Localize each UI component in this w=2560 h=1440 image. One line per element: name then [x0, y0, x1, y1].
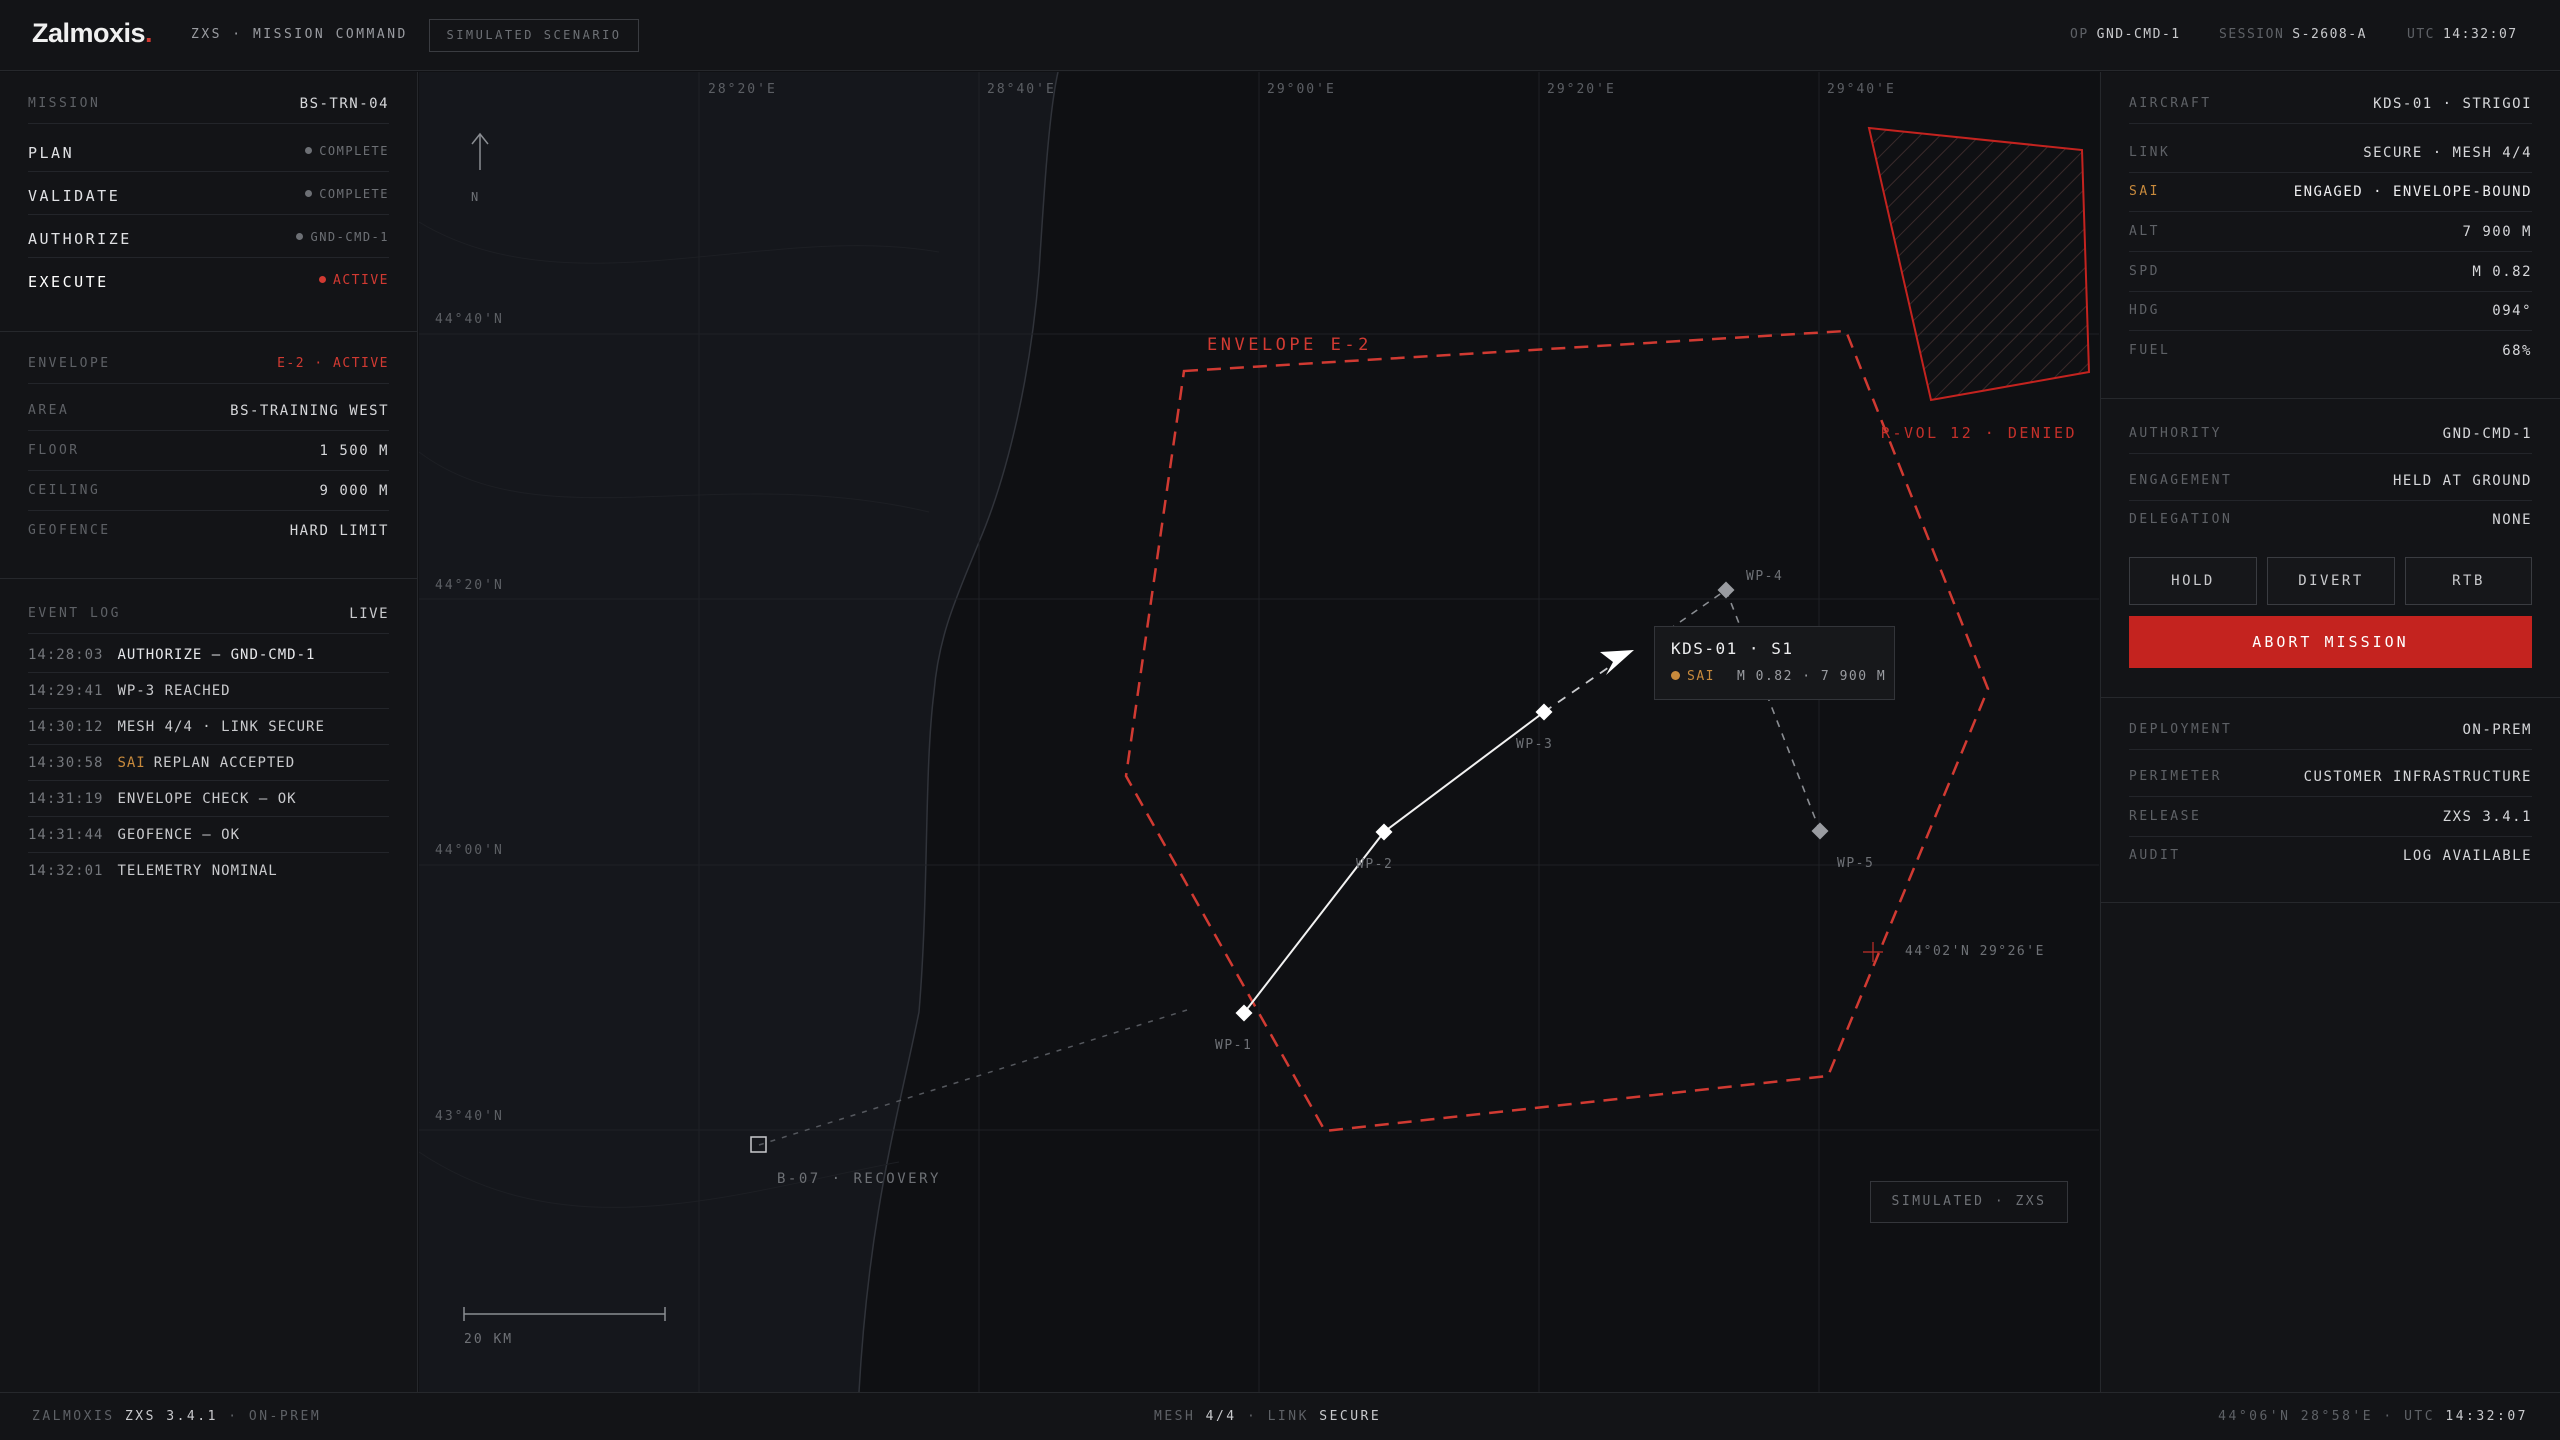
sai-row: SAI ENGAGED · ENVELOPE-BOUND [2129, 172, 2532, 212]
waypoint-label: WP-5 [1837, 856, 1875, 871]
latitude-label: 44°40'N [435, 312, 504, 327]
longitude-label: 29°40'E [1827, 82, 1896, 97]
waypoint-label: WP-1 [1215, 1038, 1253, 1053]
status-footer: ZALMOXIS ZXS 3.4.1 · ON-PREM MESH 4/4 · … [0, 1392, 2560, 1440]
utc-clock: UTC 14:32:07 [2407, 27, 2518, 42]
release-row: RELEASE ZXS 3.4.1 [2129, 797, 2532, 837]
authority-row: AUTHORITY GND-CMD-1 [2129, 414, 2532, 454]
envelope-ceiling-row: CEILING 9 000 M [28, 471, 389, 511]
link-row: LINK SECURE · MESH 4/4 [2129, 133, 2532, 173]
brand-logo[interactable]: Zalmoxis. [32, 18, 153, 49]
longitude-label: 28°20'E [708, 82, 777, 97]
fuel-row: FUEL 68% [2129, 343, 2532, 359]
log-entry: 14:28:03 AUTHORIZE — GND-CMD-1 [28, 637, 389, 673]
left-panel: MISSION BS-TRN-04 PLAN COMPLETE VALIDATE… [0, 72, 418, 1392]
event-log-header: EVENT LOG LIVE [28, 594, 389, 634]
status-dot-icon [296, 233, 304, 240]
simulated-watermark: SIMULATED · ZXS [1870, 1181, 2068, 1223]
session-status: SESSION S-2608-A [2219, 27, 2367, 42]
waypoint-label: WP-2 [1356, 857, 1394, 872]
longitude-label: 29°20'E [1547, 82, 1616, 97]
operator-status: OP GND-CMD-1 [2070, 27, 2181, 42]
mission-step-plan[interactable]: PLAN COMPLETE [28, 132, 389, 172]
envelope-row: ENVELOPE E-2 · ACTIVE [28, 344, 389, 384]
heading-row: HDG 094° [2129, 291, 2532, 331]
log-entry: 14:29:41 WP-3 REACHED [28, 673, 389, 709]
longitude-label: 28°40'E [987, 82, 1056, 97]
footer-link-status: MESH 4/4 · LINK SECURE [1154, 1409, 1382, 1424]
log-entry: 14:31:44 GEOFENCE — OK [28, 817, 389, 853]
aircraft-tooltip[interactable]: KDS-01 · S1 SAI M 0.82 · 7 900 M [1654, 626, 1895, 700]
waypoint-label: WP-3 [1516, 737, 1554, 752]
rtb-button[interactable]: RTB [2405, 557, 2532, 605]
footer-build-info: ZALMOXIS ZXS 3.4.1 · ON-PREM [32, 1409, 322, 1424]
top-bar: Zalmoxis. ZXS · MISSION COMMAND SIMULATE… [0, 0, 2560, 71]
latitude-label: 43°40'N [435, 1109, 504, 1124]
status-dot-icon [305, 147, 313, 154]
perimeter-row: PERIMETER CUSTOMER INFRASTRUCTURE [2129, 757, 2532, 797]
sai-dot-icon [1671, 671, 1680, 680]
app-subtitle: ZXS · MISSION COMMAND [191, 27, 408, 42]
aircraft-row: AIRCRAFT KDS-01 · STRIGOI [2129, 84, 2532, 124]
envelope-label: ENVELOPE E-2 [1207, 335, 1372, 355]
log-entry: 14:30:58 SAI REPLAN ACCEPTED [28, 745, 389, 781]
engagement-row: ENGAGEMENT HELD AT GROUND [2129, 461, 2532, 501]
north-label: N [471, 190, 479, 204]
scale-label: 20 KM [464, 1332, 514, 1347]
log-entry: 14:32:01 TELEMETRY NOMINAL [28, 863, 278, 879]
log-entry: 14:30:12 MESH 4/4 · LINK SECURE [28, 709, 389, 745]
speed-row: SPD M 0.82 [2129, 252, 2532, 292]
latitude-label: 44°00'N [435, 843, 504, 858]
mission-step-execute[interactable]: EXECUTE ACTIVE [28, 261, 389, 301]
simulated-scenario-badge: SIMULATED SCENARIO [429, 19, 639, 52]
footer-position-clock: 44°06'N 28°58'E · UTC 14:32:07 [2218, 1409, 2528, 1424]
divert-button[interactable]: DIVERT [2267, 557, 2395, 605]
envelope-geofence-row: GEOFENCE HARD LIMIT [28, 523, 389, 539]
map-canvas[interactable] [419, 72, 2099, 1392]
audit-row[interactable]: AUDIT LOG AVAILABLE [2129, 836, 2532, 876]
mission-id-row: MISSION BS-TRN-04 [28, 84, 389, 124]
envelope-area-row: AREA BS-TRAINING WEST [28, 391, 389, 431]
waypoint-label: WP-4 [1746, 569, 1784, 584]
log-entry: 14:31:19 ENVELOPE CHECK — OK [28, 781, 389, 817]
latitude-label: 44°20'N [435, 578, 504, 593]
mission-step-validate[interactable]: VALIDATE COMPLETE [28, 175, 389, 215]
altitude-row: ALT 7 900 M [2129, 212, 2532, 252]
delegation-row: DELEGATION NONE [2129, 512, 2532, 528]
envelope-floor-row: FLOOR 1 500 M [28, 431, 389, 471]
status-dot-icon [305, 190, 313, 197]
recovery-base-label: B-07 · RECOVERY [777, 1171, 941, 1187]
cursor-coordinate: 44°02'N 29°26'E [1905, 944, 2045, 959]
mission-step-authorize[interactable]: AUTHORIZE GND-CMD-1 [28, 218, 389, 258]
right-panel: AIRCRAFT KDS-01 · STRIGOI LINK SECURE · ME… [2100, 72, 2560, 1392]
tooltip-title: KDS-01 · S1 [1671, 639, 1794, 658]
tooltip-detail: SAI M 0.82 · 7 900 M [1671, 669, 1886, 684]
hold-button[interactable]: HOLD [2129, 557, 2257, 605]
deployment-row: DEPLOYMENT ON-PREM [2129, 710, 2532, 750]
restricted-volume-label: R-VOL 12 · DENIED [1881, 424, 2078, 442]
abort-mission-button[interactable]: ABORT MISSION [2129, 616, 2532, 668]
tactical-map[interactable]: 28°20'E 28°40'E 29°00'E 29°20'E 29°40'E … [419, 72, 2099, 1392]
longitude-label: 29°00'E [1267, 82, 1336, 97]
status-dot-icon [319, 276, 327, 283]
